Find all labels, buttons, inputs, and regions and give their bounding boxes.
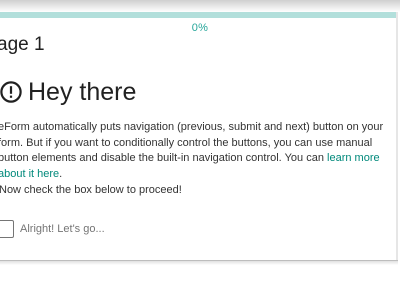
progress-bar <box>0 12 396 18</box>
alert-circle-icon <box>0 81 22 103</box>
proceed-checkbox[interactable] <box>0 220 14 238</box>
page-title: age 1 <box>0 34 45 55</box>
heading-text: Hey there <box>28 77 137 106</box>
top-shadow <box>0 0 400 12</box>
description-paragraph: eForm automatically puts navigation (pre… <box>0 120 400 182</box>
bottom-shadow <box>0 261 398 265</box>
instruction-text: Now check the box below to proceed! <box>0 184 182 196</box>
progress-label: 0% <box>191 22 209 34</box>
proceed-checkbox-row[interactable]: Alright! Let's go... <box>0 218 105 240</box>
description-text: eForm automatically puts navigation (pre… <box>0 121 384 164</box>
proceed-checkbox-label[interactable]: Alright! Let's go... <box>20 223 105 235</box>
form-container: 0% age 1 Hey there eForm automatically p… <box>0 0 400 300</box>
description-suffix: . <box>59 167 63 180</box>
section-heading: Hey there <box>0 78 136 106</box>
